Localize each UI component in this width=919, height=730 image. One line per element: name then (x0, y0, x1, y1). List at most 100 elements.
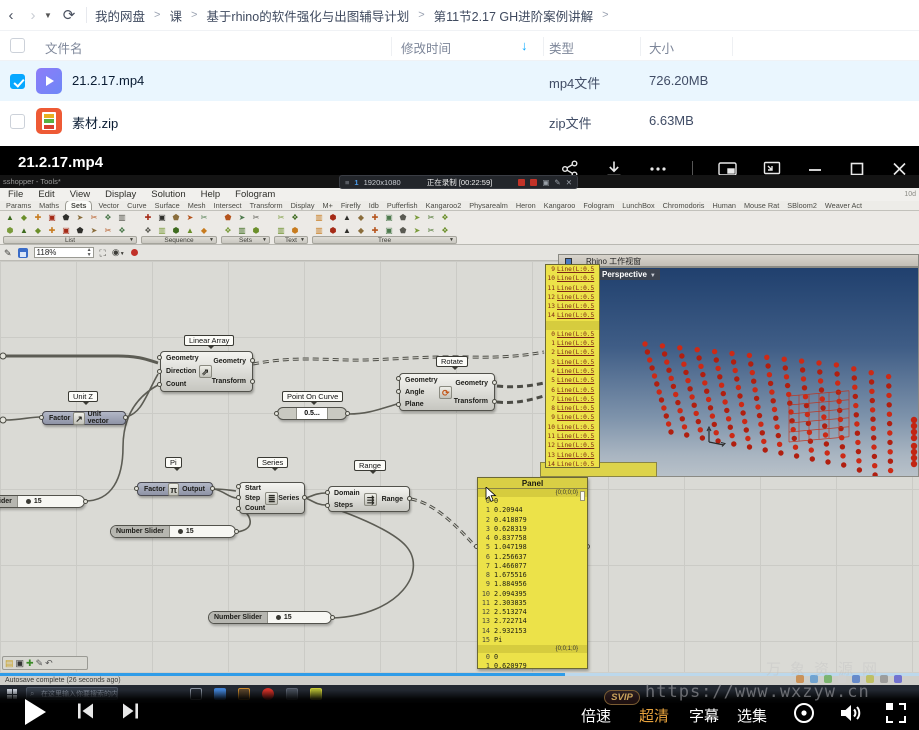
gh-node-unit-z[interactable]: Factor↗Unit vector (42, 411, 126, 425)
menu-file[interactable]: File (8, 189, 23, 200)
next-episode-icon[interactable] (120, 702, 140, 720)
toolbar-icon[interactable]: ✚ (369, 225, 381, 236)
row-checkbox[interactable] (10, 114, 25, 129)
toolbar-icon[interactable]: ▥ (156, 225, 168, 236)
toolbar-icon[interactable]: ❖ (289, 212, 301, 223)
pen-icon[interactable]: ✎ (554, 178, 560, 187)
file-row[interactable]: 21.2.17.mp4mp4文件726.20MB (0, 61, 919, 101)
port-series[interactable] (302, 495, 307, 500)
toolbar-icon[interactable]: ✂ (250, 212, 262, 223)
menu-solution[interactable]: Solution (151, 189, 185, 200)
gh-panel[interactable]: Panel {0;0;0;0}0010.2094420.41887930.628… (477, 477, 588, 669)
toolbar-icon[interactable]: ⬟ (170, 212, 182, 223)
port-geometry[interactable] (157, 355, 162, 360)
rhino-window-titlebar[interactable]: Rhino 工作视窗 (558, 254, 919, 267)
slider-output-port[interactable] (83, 499, 88, 504)
player-menu-quality[interactable]: 超清 (639, 705, 669, 726)
toolbar-icon[interactable]: ◆ (198, 225, 210, 236)
toolbar-group-label[interactable]: Sets▼ (221, 236, 270, 244)
port-factor[interactable] (134, 486, 139, 491)
file-row[interactable]: 素材.zipzip文件6.63MB (0, 101, 919, 141)
toolbar-icon[interactable]: ⬢ (170, 225, 182, 236)
toolbar-icon[interactable]: ▲ (184, 225, 196, 236)
slider-track[interactable]: 15 (170, 526, 235, 537)
tab-vector[interactable]: Vector (96, 201, 121, 210)
toolbar-icon[interactable]: ◆ (32, 225, 44, 236)
group-caret-icon[interactable]: ▼ (300, 237, 305, 244)
slider-output-port[interactable] (330, 615, 335, 620)
toolbar-icon[interactable]: ▲ (341, 212, 353, 223)
port-range[interactable] (407, 496, 412, 501)
tab-kangaroo[interactable]: Kangaroo (542, 201, 578, 210)
column-modified[interactable]: 修改时间 (401, 38, 451, 57)
recorder-close-icon[interactable]: ✕ (566, 178, 572, 187)
slider-knob[interactable] (26, 499, 31, 504)
refresh-icon[interactable]: ⟳ (58, 6, 80, 24)
tab-curve[interactable]: Curve (125, 201, 148, 210)
tab-lunchbox[interactable]: LunchBox (620, 201, 656, 210)
toolbar-icon[interactable]: ▣ (60, 225, 72, 236)
sketch-icon[interactable]: ✎ (4, 247, 12, 259)
tab-weaver-act[interactable]: Weaver Act (823, 201, 864, 210)
tab-m-[interactable]: M+ (321, 201, 335, 210)
breadcrumb-item[interactable]: 第11节2.17 GH进阶案例讲解 (434, 6, 594, 25)
menu-fologram[interactable]: Fologram (235, 189, 275, 200)
toolbar-group-label[interactable]: Sequence▼ (141, 236, 217, 244)
tab-intersect[interactable]: Intersect (212, 201, 244, 210)
tab-physarealm[interactable]: Physarealm (467, 201, 510, 210)
toolbar-icon[interactable]: ⬟ (60, 212, 72, 223)
port-output[interactable] (210, 486, 215, 491)
port-transform[interactable] (250, 379, 255, 384)
toolbar-icon[interactable]: ✂ (198, 212, 210, 223)
stop-record-icon[interactable] (530, 179, 537, 186)
column-filename[interactable]: 文件名 (45, 38, 83, 57)
breadcrumb-item[interactable]: 我的网盘 (95, 6, 145, 25)
port-domain[interactable] (325, 490, 330, 495)
camera-icon[interactable]: ▣ (542, 178, 549, 187)
toolbar-icon[interactable]: ▲ (4, 212, 16, 223)
undo-icon[interactable]: ↶ (45, 657, 53, 669)
tab-mouse-rat[interactable]: Mouse Rat (742, 201, 781, 210)
back-icon[interactable]: ‹ (0, 7, 22, 24)
column-size[interactable]: 大小 (649, 38, 674, 57)
toolbar-icon[interactable]: ➤ (411, 225, 423, 236)
file-name[interactable]: 素材.zip (72, 113, 118, 132)
pin-icon[interactable] (131, 249, 138, 256)
fullscreen-icon[interactable] (886, 703, 906, 723)
play-button[interactable] (25, 699, 46, 725)
toolbar-icon[interactable]: ✂ (425, 212, 437, 223)
toolbar-icon[interactable]: ◆ (18, 212, 30, 223)
tab-mesh[interactable]: Mesh (186, 201, 208, 210)
toolbar-icon[interactable]: ▲ (18, 225, 30, 236)
row-checkbox[interactable] (10, 74, 25, 89)
toolbar-icon[interactable]: ▣ (383, 225, 395, 236)
slider-track[interactable]: 15 (268, 612, 331, 623)
tab-chromodoris[interactable]: Chromodoris (661, 201, 707, 210)
slider-knob[interactable] (178, 529, 183, 534)
gh-line-panel[interactable]: 9Line(L:0.510Line(L:0.511Line(L:0.512Lin… (545, 264, 600, 468)
toolbar-icon[interactable]: ⬟ (74, 225, 86, 236)
menu-help[interactable]: Help (201, 189, 221, 200)
select-all-checkbox[interactable] (10, 38, 25, 53)
zoom-extents-icon[interactable]: ⛶ (100, 247, 106, 259)
tab-human[interactable]: Human (710, 201, 738, 210)
group-icon[interactable]: ▤ (5, 657, 14, 669)
port-factor[interactable] (39, 415, 44, 420)
toolbar-icon[interactable]: ✂ (88, 212, 100, 223)
tab-surface[interactable]: Surface (153, 201, 182, 210)
slider-knob[interactable] (276, 615, 281, 620)
tab-display[interactable]: Display (289, 201, 317, 210)
group-caret-icon[interactable]: ▼ (209, 237, 214, 244)
recorder-menu-icon[interactable]: ≡ (345, 178, 349, 187)
toolbar-icon[interactable]: ➤ (88, 225, 100, 236)
tab-firefly[interactable]: Firefly (339, 201, 363, 210)
port-transform[interactable] (492, 399, 497, 404)
toolbar-icon[interactable]: ❖ (439, 225, 451, 236)
toolbar-icon[interactable]: ⬢ (327, 225, 339, 236)
volume-icon[interactable] (838, 701, 863, 725)
toolbar-group-label[interactable]: List▼ (3, 236, 137, 244)
cast-icon[interactable] (792, 701, 816, 725)
toolbar-icon[interactable]: ▥ (236, 225, 248, 236)
toolbar-icon[interactable]: ⬢ (289, 225, 301, 236)
port-direction[interactable] (157, 369, 162, 374)
